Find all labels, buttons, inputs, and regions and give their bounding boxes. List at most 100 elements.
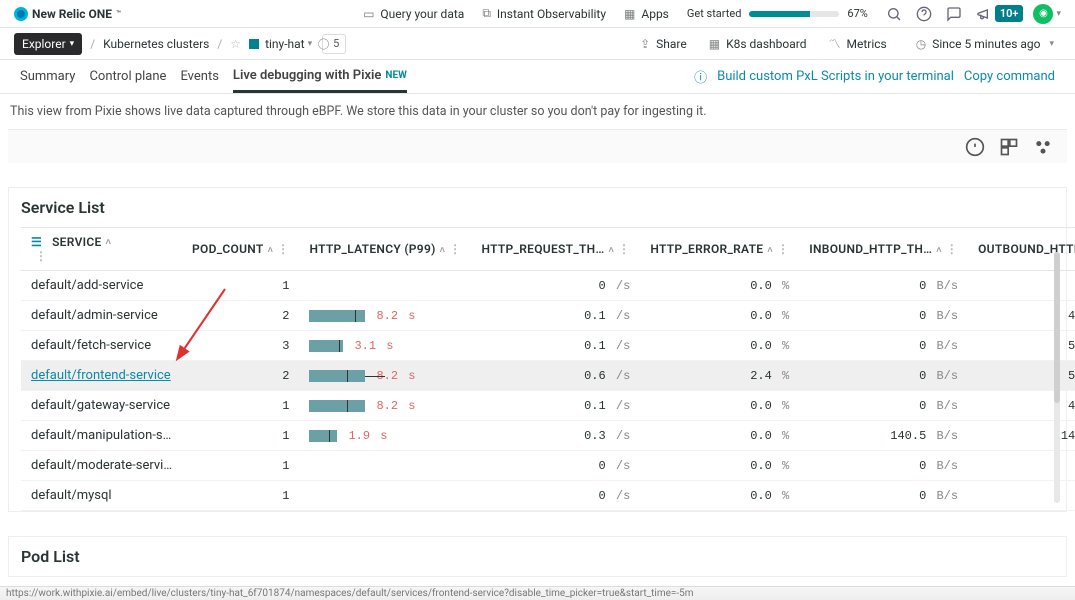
cluster-color-swatch: [249, 39, 259, 49]
observability-link[interactable]: ⧉ Instant Observability: [482, 6, 606, 21]
avatar-caret-icon: ▾: [1056, 9, 1061, 19]
latency-cell: [299, 271, 471, 301]
service-cell[interactable]: default/moderate-servi…: [21, 451, 182, 481]
table-row[interactable]: default/fetch-service33.1 s0.1 /s0.0 %0 …: [21, 331, 1075, 361]
brand-logo[interactable]: New Relic ONE™: [14, 7, 121, 21]
table-row[interactable]: default/gateway-service18.2 s0.1 /s0.0 %…: [21, 391, 1075, 421]
scrollbar-thumb[interactable]: [1054, 252, 1060, 403]
alert-icon[interactable]: [965, 137, 985, 157]
request-cell: 0 /s: [471, 451, 640, 481]
col-menu-icon[interactable]: ⋮: [277, 242, 289, 256]
col-service[interactable]: SERVICE: [52, 235, 102, 249]
avatar-menu[interactable]: ◉: [1033, 4, 1053, 24]
table-row[interactable]: default/manipulation-s…11.9 s0.3 /s0.0 %…: [21, 421, 1075, 451]
explorer-label: Explorer: [22, 37, 66, 51]
k8s-dashboard-action[interactable]: ▦K8s dashboard: [709, 37, 807, 51]
sort-icon[interactable]: ˄: [268, 246, 274, 256]
table-row[interactable]: default/mysql10 /s0.0 %0 B/s0 B/s: [21, 481, 1075, 511]
tab-live-debugging[interactable]: Live debugging with Pixie NEW: [233, 60, 407, 93]
col-inbound[interactable]: INBOUND_HTTP_TH…: [809, 242, 932, 256]
crumb-sep: /: [217, 37, 222, 51]
error-cell: 0.0 %: [640, 391, 799, 421]
col-pod-count[interactable]: POD_COUNT: [192, 242, 264, 256]
latency-cell: [299, 481, 471, 511]
inbound-cell: 0 B/s: [799, 271, 968, 301]
crumb-cluster-name[interactable]: tiny-hat: [265, 37, 305, 51]
cluster-icon[interactable]: [1033, 137, 1053, 157]
inbound-cell: 0 B/s: [799, 361, 968, 391]
error-cell: 0.0 %: [640, 301, 799, 331]
inbound-cell: 0 B/s: [799, 301, 968, 331]
table-row[interactable]: default/add-service10 /s0.0 %0 B/s0 B/s: [21, 271, 1075, 301]
search-icon[interactable]: [886, 6, 902, 22]
reorder-icon[interactable]: ☰: [31, 235, 42, 249]
error-cell: 0.0 %: [640, 271, 799, 301]
time-range-picker[interactable]: ◷Since 5 minutes ago▾: [909, 33, 1061, 55]
feedback-icon[interactable]: [946, 6, 962, 22]
apps-link[interactable]: ▦ Apps: [624, 7, 669, 21]
tab-summary[interactable]: Summary: [20, 60, 75, 93]
col-error-rate[interactable]: HTTP_ERROR_RATE: [650, 242, 763, 256]
service-cell[interactable]: default/mysql: [21, 481, 182, 511]
col-menu-icon[interactable]: ⋮: [35, 249, 47, 263]
inbound-cell: 140.5 B/s: [799, 421, 968, 451]
col-request-th[interactable]: HTTP_REQUEST_TH…: [481, 242, 604, 256]
scrollbar[interactable]: [1054, 252, 1060, 503]
metrics-action[interactable]: 〽Metrics: [828, 35, 886, 52]
help-icon[interactable]: [916, 6, 932, 22]
explorer-button[interactable]: Explorer ▾: [14, 33, 82, 55]
tab-control-plane[interactable]: Control plane: [89, 60, 166, 93]
query-data-link[interactable]: ▭ Query your data: [363, 7, 464, 21]
service-table: ☰ SERVICE ˄ ⋮ POD_COUNT˄⋮ HTTP_LATENCY (…: [21, 227, 1075, 511]
crumb-sep: /: [90, 37, 95, 51]
service-cell[interactable]: default/manipulation-s…: [21, 421, 182, 451]
latency-cell: 3.1 s: [299, 331, 471, 361]
get-started-progress[interactable]: Get started 67%: [687, 7, 868, 20]
error-cell: 0.0 %: [640, 481, 799, 511]
layout-icon[interactable]: [999, 137, 1019, 157]
service-cell[interactable]: default/gateway-service: [21, 391, 182, 421]
announce-icon[interactable]: 10+: [976, 5, 1024, 22]
inbound-cell: 0 B/s: [799, 391, 968, 421]
crumb-clusters[interactable]: Kubernetes clusters: [103, 37, 209, 51]
table-row[interactable]: default/moderate-servi…10 /s0.0 %0 B/s0 …: [21, 451, 1075, 481]
service-cell[interactable]: default/admin-service: [21, 301, 182, 331]
service-cell[interactable]: default/frontend-service: [21, 361, 182, 391]
table-row[interactable]: default/frontend-service28.2 s0.6 /s2.4 …: [21, 361, 1075, 391]
share-action[interactable]: ⇪Share: [640, 37, 687, 51]
tab-events[interactable]: Events: [180, 60, 218, 93]
chevron-down-icon: ▾: [70, 39, 75, 49]
latency-cell: 8.2 s: [299, 361, 471, 391]
chevron-down-icon: ▾: [1049, 39, 1054, 49]
service-cell[interactable]: default/fetch-service: [21, 331, 182, 361]
service-list-card: Service List ☰ SERVICE ˄ ⋮ POD_COUNT˄⋮ H…: [8, 187, 1067, 512]
pod-count-cell: 3: [182, 331, 299, 361]
cluster-caret-icon[interactable]: ▾: [308, 39, 313, 49]
apps-icon: ▦: [624, 7, 635, 21]
pod-count-cell: 1: [182, 481, 299, 511]
tabs-bar: Summary Control plane Events Live debugg…: [0, 60, 1075, 94]
copy-command-link[interactable]: Copy command: [964, 69, 1055, 84]
request-cell: 0 /s: [471, 481, 640, 511]
terminal-icon: ▭: [363, 7, 374, 21]
service-cell[interactable]: default/add-service: [21, 271, 182, 301]
table-row[interactable]: default/admin-service28.2 s0.1 /s0.0 %0 …: [21, 301, 1075, 331]
build-scripts-link[interactable]: Build custom PxL Scripts in your termina…: [717, 69, 954, 84]
latency-cell: 8.2 s: [299, 391, 471, 421]
request-cell: 0.3 /s: [471, 421, 640, 451]
col-latency[interactable]: HTTP_LATENCY (P99): [309, 242, 435, 256]
tag-count-pill[interactable]: ⃝ 5: [322, 34, 346, 54]
request-cell: 0.6 /s: [471, 361, 640, 391]
share-icon: ⇪: [640, 37, 650, 51]
pod-count-cell: 1: [182, 271, 299, 301]
pulse-icon: ⧉: [482, 6, 491, 21]
info-icon: ⓘ: [694, 67, 707, 86]
apps-label: Apps: [641, 7, 669, 21]
sort-asc-icon[interactable]: ˄: [106, 237, 112, 248]
favorite-star-icon[interactable]: ☆: [230, 37, 241, 51]
context-bar: Explorer ▾ / Kubernetes clusters / ☆ tin…: [0, 28, 1075, 60]
pod-count-cell: 2: [182, 361, 299, 391]
col-outbound[interactable]: OUTBOUND_HTTP_T…: [978, 242, 1075, 256]
pixie-description: This view from Pixie shows live data cap…: [0, 94, 1075, 123]
pod-count-cell: 1: [182, 391, 299, 421]
